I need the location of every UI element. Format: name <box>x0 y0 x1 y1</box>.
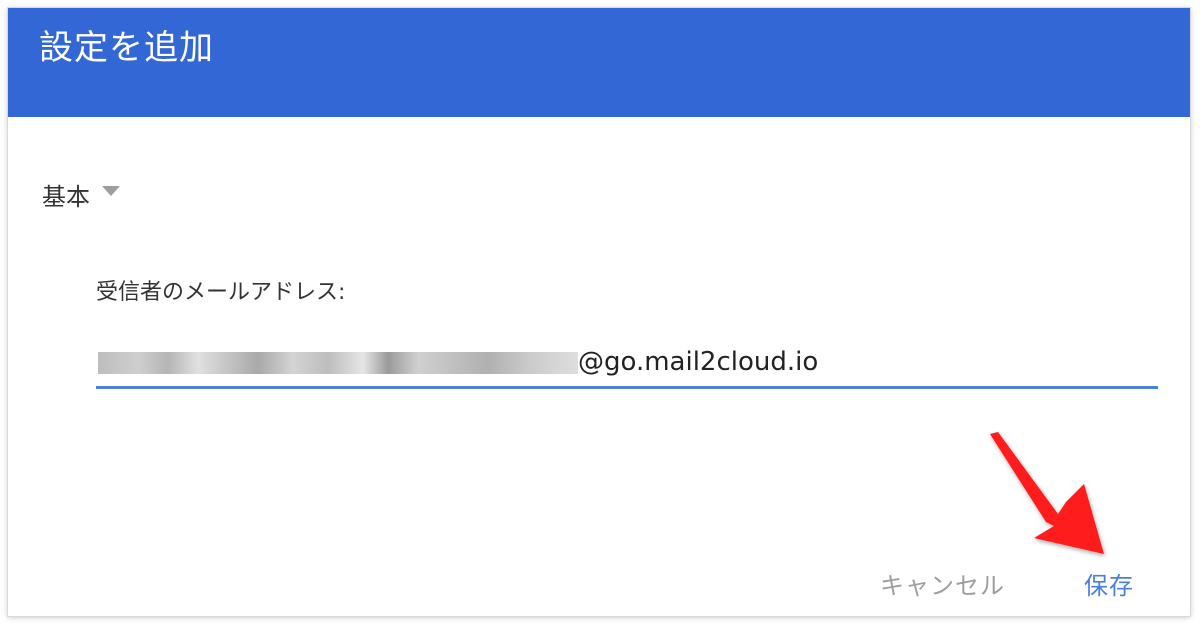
add-setting-dialog: 設定を追加 基本 受信者のメールアドレス: @go.mail2cloud.io … <box>8 8 1190 616</box>
dialog-title: 設定を追加 <box>39 28 214 68</box>
recipient-email-label: 受信者のメールアドレス: <box>96 280 346 305</box>
email-domain-text: @go.mail2cloud.io <box>578 347 819 377</box>
redacted-text <box>98 352 578 374</box>
dialog-header: 設定を追加 <box>8 8 1190 117</box>
section-label: 基本 <box>42 182 90 211</box>
save-button[interactable]: 保存 <box>1084 570 1134 602</box>
recipient-email-field[interactable]: @go.mail2cloud.io <box>96 338 1158 389</box>
caret-down-icon <box>102 186 120 196</box>
cancel-button[interactable]: キャンセル <box>880 570 1005 602</box>
basic-section-toggle[interactable]: 基本 <box>42 176 120 212</box>
